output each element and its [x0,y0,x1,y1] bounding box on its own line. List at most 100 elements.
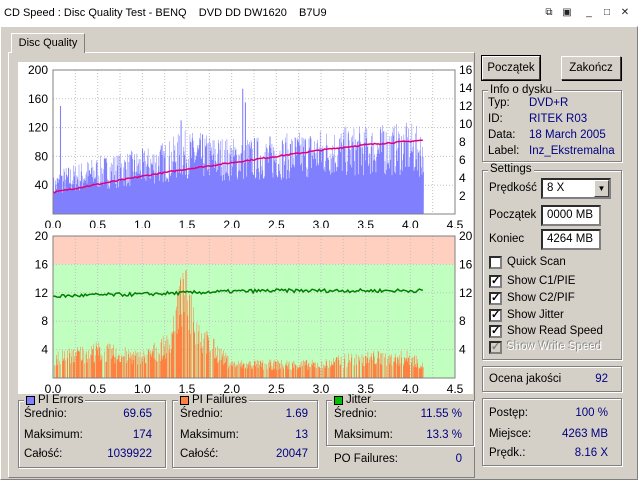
speed-stat-value: 8.16 X [574,447,608,459]
x-tick-label: 2.0 [223,382,240,394]
y-right-tick-label: 14 [459,81,473,95]
stop-button[interactable]: Zakończ [561,56,621,80]
quick-scan-checkbox[interactable] [489,256,502,269]
y-left-tick-label: 200 [28,63,48,77]
x-tick-label: 1.5 [179,382,196,394]
pie-avg-label: Średnio: [24,408,67,420]
y-left-tick-label: 8 [41,314,48,328]
progress-value: 100 % [575,407,608,419]
y-right-tick-label: 10 [459,117,473,131]
pif-max-label: Maksimum: [180,429,239,441]
y-right-tick-label: 4 [459,343,466,357]
x-tick-label: 4.5 [447,382,464,394]
x-tick-label: 1.0 [134,382,151,394]
speed-label: Prędkość [489,182,537,194]
quality-value: 92 [595,373,608,385]
y-right-tick-label: 8 [459,135,466,149]
show-write-speed-checkbox: ✓ [489,341,502,354]
start-mb-label: Początek [489,209,537,221]
save-icon[interactable]: ▣ [560,6,574,20]
title-bar: CD Speed : Disc Quality Test - BENQ DVD … [0,0,638,26]
progress-label: Postęp: [489,407,528,419]
disc-id-label: ID: [488,113,503,125]
pie-max-label: Maksimum: [24,429,83,441]
show-c2-pif-label: Show C2/PIF [507,292,575,304]
speed-select[interactable]: 8 X ▼ [541,178,611,199]
disc-label-label: Label: [488,145,520,157]
pie-avg-value: 69.65 [123,408,152,420]
y-right-tick-label: 20 [459,229,473,243]
start-button[interactable]: Początek [481,55,541,81]
minimize-icon[interactable]: _ [582,6,596,20]
chevron-down-icon[interactable]: ▼ [594,180,609,197]
po-failures-value: 0 [455,453,462,465]
end-mb-input[interactable]: 4264 MB [541,229,601,250]
quality-label: Ocena jakości [489,373,562,385]
pi-failures-title: PI Failures [192,394,247,406]
speed-stat-label: Prędk.: [489,447,526,459]
jitter-max-label: Maksimum: [334,429,393,441]
y-right-tick-label: 4 [459,171,466,185]
y-right-tick-label: 2 [459,189,466,203]
pie-total-label: Całość: [24,448,63,460]
y-left-tick-label: 12 [35,286,49,300]
jitter-swatch [334,395,343,405]
speed-value: 8 X [547,182,565,194]
tab-disc-quality[interactable]: Disc Quality [11,33,85,53]
y-right-tick-label: 12 [459,99,473,113]
y-right-tick-label: 16 [459,257,473,271]
po-failures-label: PO Failures: [334,453,398,465]
pi-failures-header: PI Failures [178,394,249,406]
y-left-tick-label: 40 [35,178,49,192]
jitter-avg-label: Średnio: [334,408,377,420]
jitter-avg-value: 11.55 % [420,408,462,420]
disc-type-label: Typ: [488,97,510,109]
pi-errors-swatch [26,395,35,405]
pif-total-value: 20047 [276,448,308,460]
x-tick-label: 4.0 [402,382,419,394]
copy-icon[interactable]: ⧉ [542,6,556,20]
end-mb-label: Koniec [489,233,525,245]
maximize-icon[interactable]: □ [600,6,614,20]
disc-type-value: DVD+R [529,97,569,109]
show-c2-pif-checkbox[interactable]: ✓ [489,292,502,305]
pi-errors-title: PI Errors [38,394,84,406]
disc-info-title: Info o dysku [488,84,555,96]
pi-failures-chart: 0.0 0.5 1.0 1.5 2.0 2.5 3.0 3.5 4.0 4.5 20 16 12 8 4 20… [18,228,473,394]
y-left-tick-label: 80 [35,149,49,163]
x-tick-label: 2.5 [268,382,285,394]
y-right-tick-label: 16 [459,63,473,77]
show-c1-pie-label: Show C1/PIE [507,275,576,287]
pi-failures-swatch [180,395,189,405]
show-jitter-checkbox[interactable]: ✓ [489,309,502,322]
x-tick-label: 3.5 [357,382,374,394]
disc-id-value: RITEK R03 [529,113,588,125]
y-left-tick-label: 20 [35,229,49,243]
window-title: CD Speed : Disc Quality Test - BENQ DVD … [4,7,327,19]
y-left-tick-label: 4 [41,343,48,357]
pie-total-value: 1039922 [107,448,152,460]
y-left-tick-label: 160 [28,92,48,106]
pif-avg-label: Średnio: [180,408,223,420]
show-read-speed-checkbox[interactable]: ✓ [489,325,502,338]
x-tick-label: 0.0 [45,382,62,394]
pif-max-value: 13 [295,429,308,441]
start-mb-input[interactable]: 0000 MB [541,205,601,226]
show-jitter-label: Show Jitter [507,309,564,321]
pif-avg-value: 1.69 [285,408,308,420]
y-right-tick-label: 6 [459,153,466,167]
disc-label-value: Inz_Ekstremalna [529,145,615,157]
pi-errors-chart: 0.0 0.5 1.0 1.5 2.0 2.5 3.0 3.5 4.0 4.52001601208… [18,62,473,230]
y-left-tick-label: 16 [35,257,49,271]
disc-date-value: 18 March 2005 [529,129,606,141]
x-tick-label: 3.0 [313,382,330,394]
x-tick-label: 0.5 [89,382,106,394]
position-value: 4263 MB [561,428,608,440]
pif-total-label: Całość: [180,448,219,460]
pie-max-value: 174 [132,429,152,441]
show-c1-pie-checkbox[interactable]: ✓ [489,275,502,288]
jitter-max-value: 13.3 % [426,429,462,441]
disc-date-label: Data: [488,129,516,141]
close-icon[interactable]: ✕ [618,6,632,20]
jitter-header: Jitter [332,394,373,406]
